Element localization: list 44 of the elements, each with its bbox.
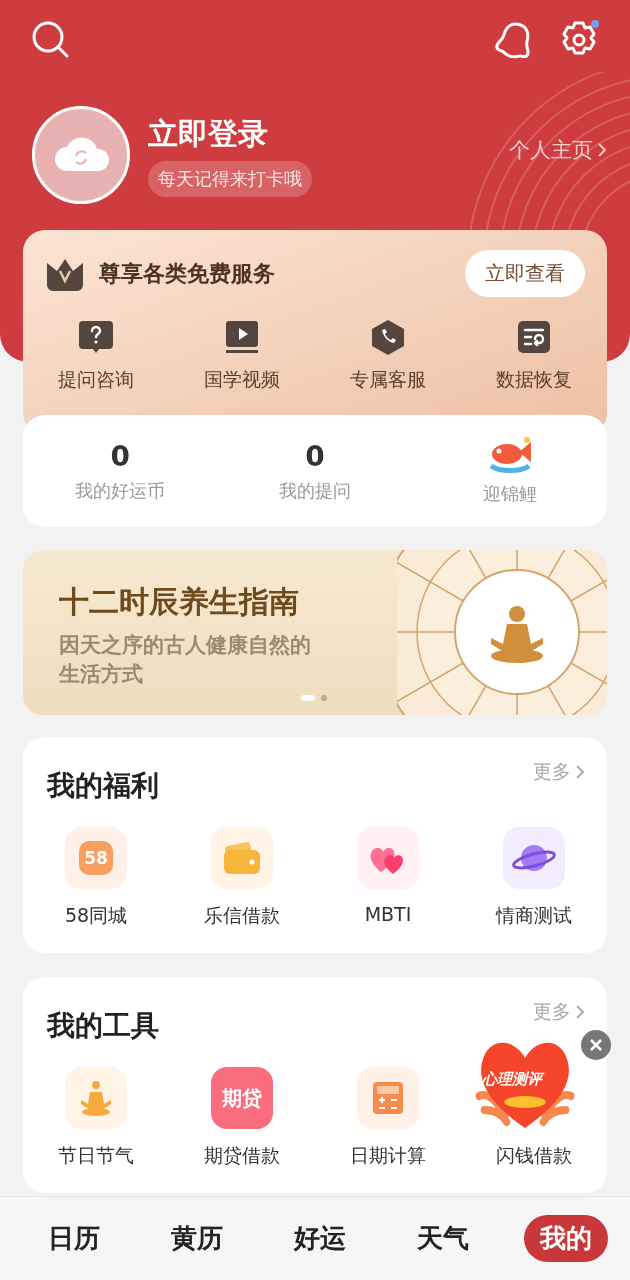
item-label[interactable]: 58同城 [64, 903, 128, 929]
video-play-icon [224, 319, 260, 355]
login-title[interactable]: 立即登录 [148, 113, 491, 155]
item-label[interactable]: 闪钱借款 [496, 1143, 572, 1169]
item-label[interactable]: 期贷借款 [204, 1143, 280, 1169]
item-label[interactable]: MBTI [364, 903, 412, 925]
wallet-icon [211, 827, 273, 889]
item-label[interactable]: 乐信借款 [204, 903, 280, 929]
calculator-icon [357, 1067, 419, 1129]
service-label[interactable]: 数据恢复 [496, 367, 572, 393]
chevron-right-icon [575, 764, 585, 780]
nav-tab[interactable]: 日历 [32, 1215, 116, 1262]
view-now-button[interactable]: 立即查看 [465, 250, 585, 297]
planet-icon [503, 827, 565, 889]
service-label[interactable]: 专属客服 [350, 367, 426, 393]
vip-title: 尊享各类免费服务 [99, 259, 276, 288]
question-bubble-icon [78, 319, 114, 355]
checkin-hint: 每天记得来打卡哦 [148, 160, 312, 197]
icon-text: 58 [84, 848, 108, 868]
item-label[interactable]: 日期计算 [350, 1143, 426, 1169]
chevron-right-icon [575, 1004, 585, 1020]
icon-text: 期贷 [222, 1084, 262, 1112]
item-label[interactable]: 情商测试 [496, 903, 572, 929]
search-icon[interactable] [31, 20, 71, 60]
close-icon [589, 1038, 603, 1052]
nav-tab[interactable]: 黄历 [155, 1215, 239, 1262]
phone-hexagon-icon [370, 319, 406, 355]
chevron-right-icon [597, 142, 607, 158]
nav-tab[interactable]: 好运 [278, 1215, 362, 1262]
banner-subtitle: 因天之序的古人健康自然的生活方式 [59, 632, 312, 689]
stat-value: 0 [110, 439, 131, 473]
stat-value: 0 [305, 439, 325, 473]
nav-tab[interactable]: 我的 [524, 1215, 608, 1262]
section-title: 我的工具 [47, 1008, 160, 1044]
nav-tab[interactable]: 天气 [401, 1215, 485, 1262]
banner-title: 十二时辰养生指南 [59, 583, 300, 621]
service-label[interactable]: 提问咨询 [58, 367, 134, 393]
item-label[interactable]: 节日节气 [58, 1143, 134, 1169]
data-restore-icon [516, 319, 552, 355]
section-title: 我的福利 [47, 768, 160, 804]
meditation-icon [65, 1067, 127, 1129]
service-label[interactable]: 国学视频 [204, 367, 280, 393]
promo-banner[interactable]: 十二时辰养生指南 因天之序的古人健康自然的生活方式 [23, 550, 607, 715]
hearts-icon [357, 827, 419, 889]
